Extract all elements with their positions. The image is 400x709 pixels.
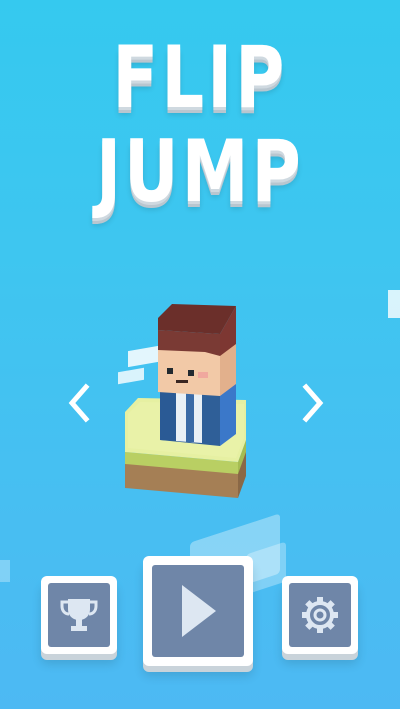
- game-screen: FLIP JUMP: [0, 0, 400, 709]
- settings-button[interactable]: [282, 576, 358, 654]
- leaderboard-button[interactable]: [41, 576, 117, 654]
- gear-icon: [302, 597, 338, 633]
- play-button[interactable]: [143, 556, 253, 666]
- trophy-icon: [60, 599, 98, 631]
- play-icon: [182, 585, 216, 637]
- character-head: [158, 304, 236, 396]
